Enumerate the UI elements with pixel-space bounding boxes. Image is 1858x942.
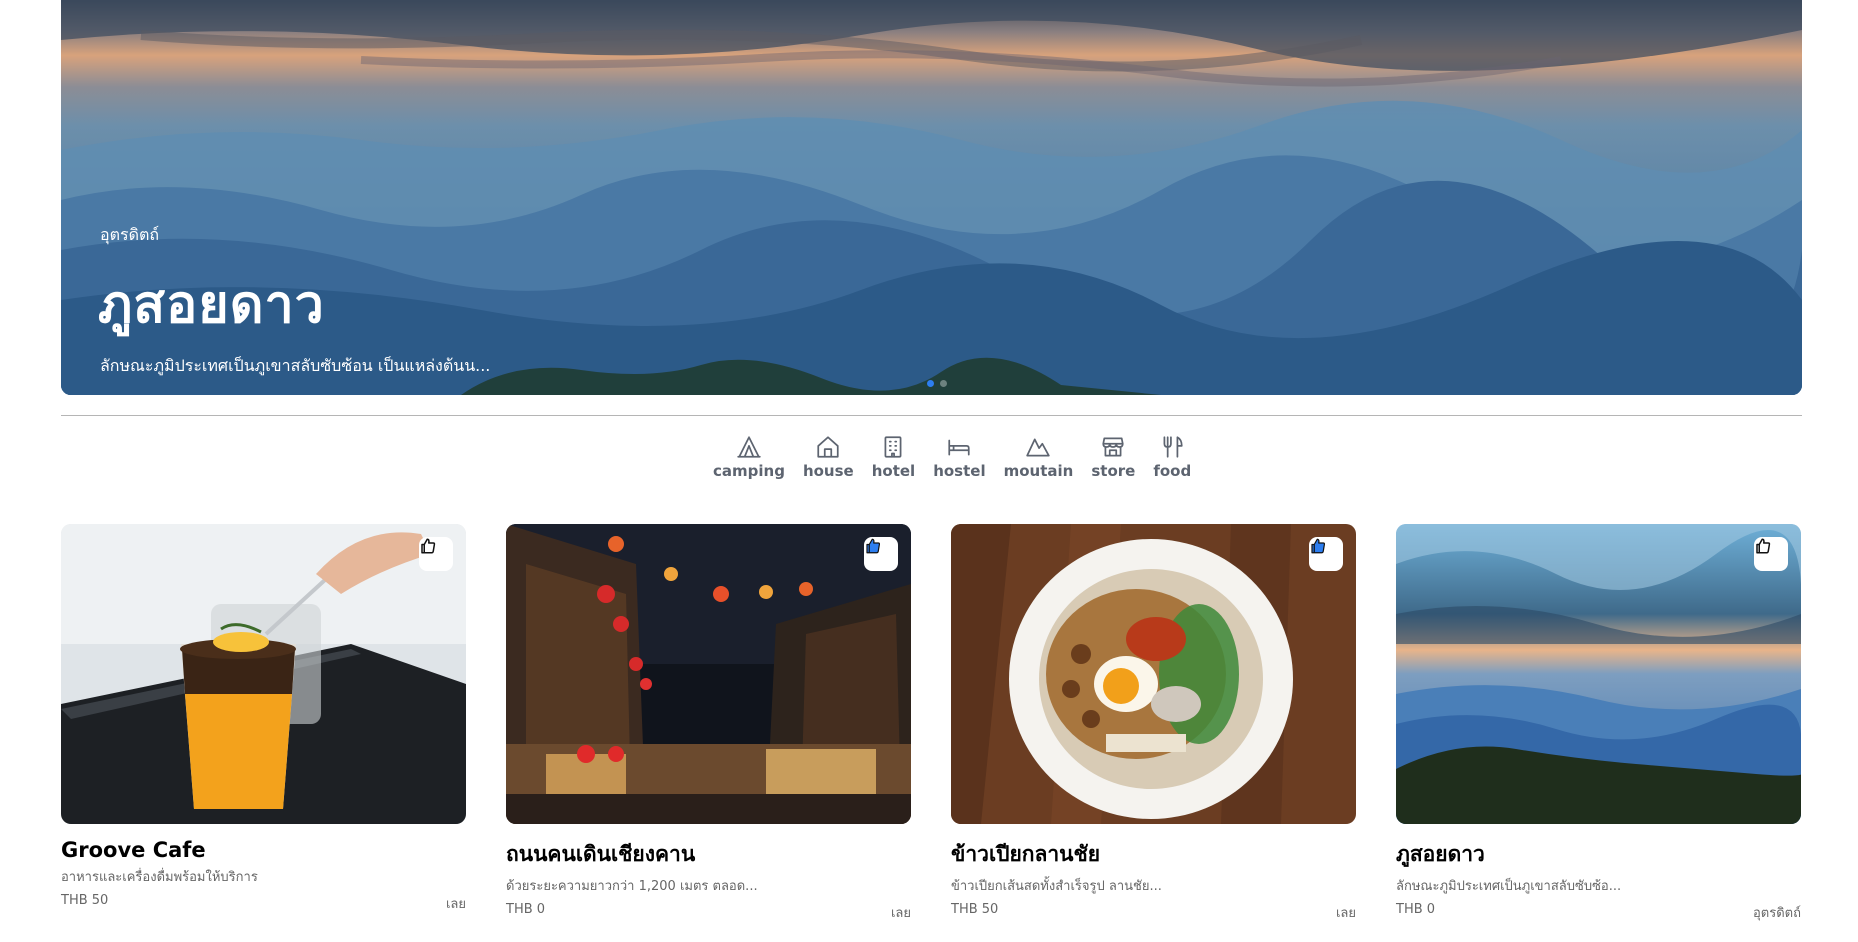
card-price: THB 50 bbox=[951, 902, 999, 917]
mountain-icon bbox=[1026, 438, 1051, 457]
carousel-dot[interactable] bbox=[940, 380, 947, 387]
category-hostel[interactable]: hostel bbox=[924, 434, 994, 480]
noodle-soup-image bbox=[951, 524, 1356, 824]
hero-description: ลักษณะภูมิประเทศเป็นภูเขาสลับซับซ้อน เป็… bbox=[100, 356, 491, 375]
card-location: เลย bbox=[1335, 906, 1356, 921]
carousel-dot-active[interactable] bbox=[927, 380, 934, 387]
category-label: house bbox=[802, 462, 854, 480]
card-price: THB 0 bbox=[1396, 902, 1436, 917]
category-label: store bbox=[1091, 462, 1136, 480]
thumbs-up-filled-icon bbox=[1311, 538, 1326, 554]
card-title: ถนนคนเดินเชียงคาน bbox=[506, 842, 696, 866]
card-price: THB 0 bbox=[506, 902, 546, 917]
place-card[interactable]: ถนนคนเดินเชียงคาน ด้วยระยะความยาวกว่า 1,… bbox=[506, 524, 911, 923]
carousel-indicators bbox=[927, 380, 947, 387]
category-house[interactable]: house bbox=[794, 434, 863, 480]
hero-banner[interactable]: อุตรดิตถ์ ภูสอยดาว ลักษณะภูมิประเทศเป็นภ… bbox=[61, 0, 1802, 395]
category-food[interactable]: food bbox=[1144, 434, 1200, 480]
like-button[interactable] bbox=[1754, 537, 1788, 571]
utensils-icon bbox=[1163, 436, 1183, 458]
tent-icon bbox=[737, 436, 761, 458]
card-description: ด้วยระยะความยาวกว่า 1,200 เมตร ตลอด... bbox=[506, 879, 758, 894]
category-store[interactable]: store bbox=[1082, 434, 1144, 480]
card-location: อุตรดิตถ์ bbox=[1753, 906, 1801, 921]
card-image[interactable] bbox=[61, 524, 466, 824]
iced-coffee-image bbox=[61, 524, 466, 824]
store-icon bbox=[1102, 437, 1124, 457]
category-bar: camping house hotel hostel moutain store… bbox=[704, 434, 1200, 480]
card-footer: THB 0 อุตรดิตถ์ bbox=[1396, 902, 1801, 923]
category-label: hostel bbox=[933, 462, 986, 480]
card-title: Groove Cafe bbox=[61, 838, 206, 862]
place-card[interactable]: Groove Cafe อาหารและเครื่องดื่มพร้อมให้บ… bbox=[61, 524, 466, 923]
like-button[interactable] bbox=[419, 537, 453, 571]
hero-province: อุตรดิตถ์ bbox=[100, 225, 160, 244]
thumbs-up-icon bbox=[421, 538, 436, 554]
category-label: food bbox=[1153, 462, 1192, 480]
card-footer: THB 0 เลย bbox=[506, 902, 911, 923]
card-title: ภูสอยดาว bbox=[1396, 842, 1485, 866]
card-description: ลักษณะภูมิประเทศเป็นภูเขาสลับซับซ้อ... bbox=[1396, 879, 1622, 894]
category-hotel[interactable]: hotel bbox=[863, 434, 924, 480]
house-icon bbox=[817, 436, 839, 458]
place-card[interactable]: ข้าวเปียกลานชัย ข้าวเปียกเส้นสดทั้งสำเร็… bbox=[951, 524, 1356, 923]
card-image[interactable] bbox=[951, 524, 1356, 824]
hero-title: ภูสอยดาว bbox=[98, 275, 325, 335]
category-camping[interactable]: camping bbox=[704, 434, 794, 480]
card-image[interactable] bbox=[1396, 524, 1801, 824]
bed-icon bbox=[948, 439, 971, 456]
card-footer: THB 50 เลย bbox=[61, 893, 466, 914]
like-button[interactable] bbox=[1309, 537, 1343, 571]
card-description: ข้าวเปียกเส้นสดทั้งสำเร็จรูป ลานชัย... bbox=[951, 879, 1162, 894]
card-description: อาหารและเครื่องดื่มพร้อมให้บริการ bbox=[61, 870, 258, 885]
building-icon bbox=[885, 436, 902, 458]
card-location: เลย bbox=[445, 897, 466, 912]
place-card[interactable]: ภูสอยดาว ลักษณะภูมิประเทศเป็นภูเขาสลับซั… bbox=[1396, 524, 1801, 923]
category-label: moutain bbox=[1003, 462, 1074, 480]
category-label: camping bbox=[713, 462, 785, 480]
like-button[interactable] bbox=[864, 537, 898, 571]
card-price: THB 50 bbox=[61, 893, 109, 908]
section-divider bbox=[61, 415, 1802, 416]
category-moutain[interactable]: moutain bbox=[995, 434, 1083, 480]
card-footer: THB 50 เลย bbox=[951, 902, 1356, 923]
card-image[interactable] bbox=[506, 524, 911, 824]
card-title: ข้าวเปียกลานชัย bbox=[951, 842, 1101, 866]
thumbs-up-filled-icon bbox=[866, 538, 881, 554]
place-card-list: Groove Cafe อาหารและเครื่องดื่มพร้อมให้บ… bbox=[61, 524, 1801, 923]
mountain-landscape-image bbox=[1396, 524, 1801, 824]
walking-street-image bbox=[506, 524, 911, 824]
category-label: hotel bbox=[871, 462, 916, 480]
thumbs-up-icon bbox=[1756, 538, 1771, 554]
card-location: เลย bbox=[890, 906, 911, 921]
